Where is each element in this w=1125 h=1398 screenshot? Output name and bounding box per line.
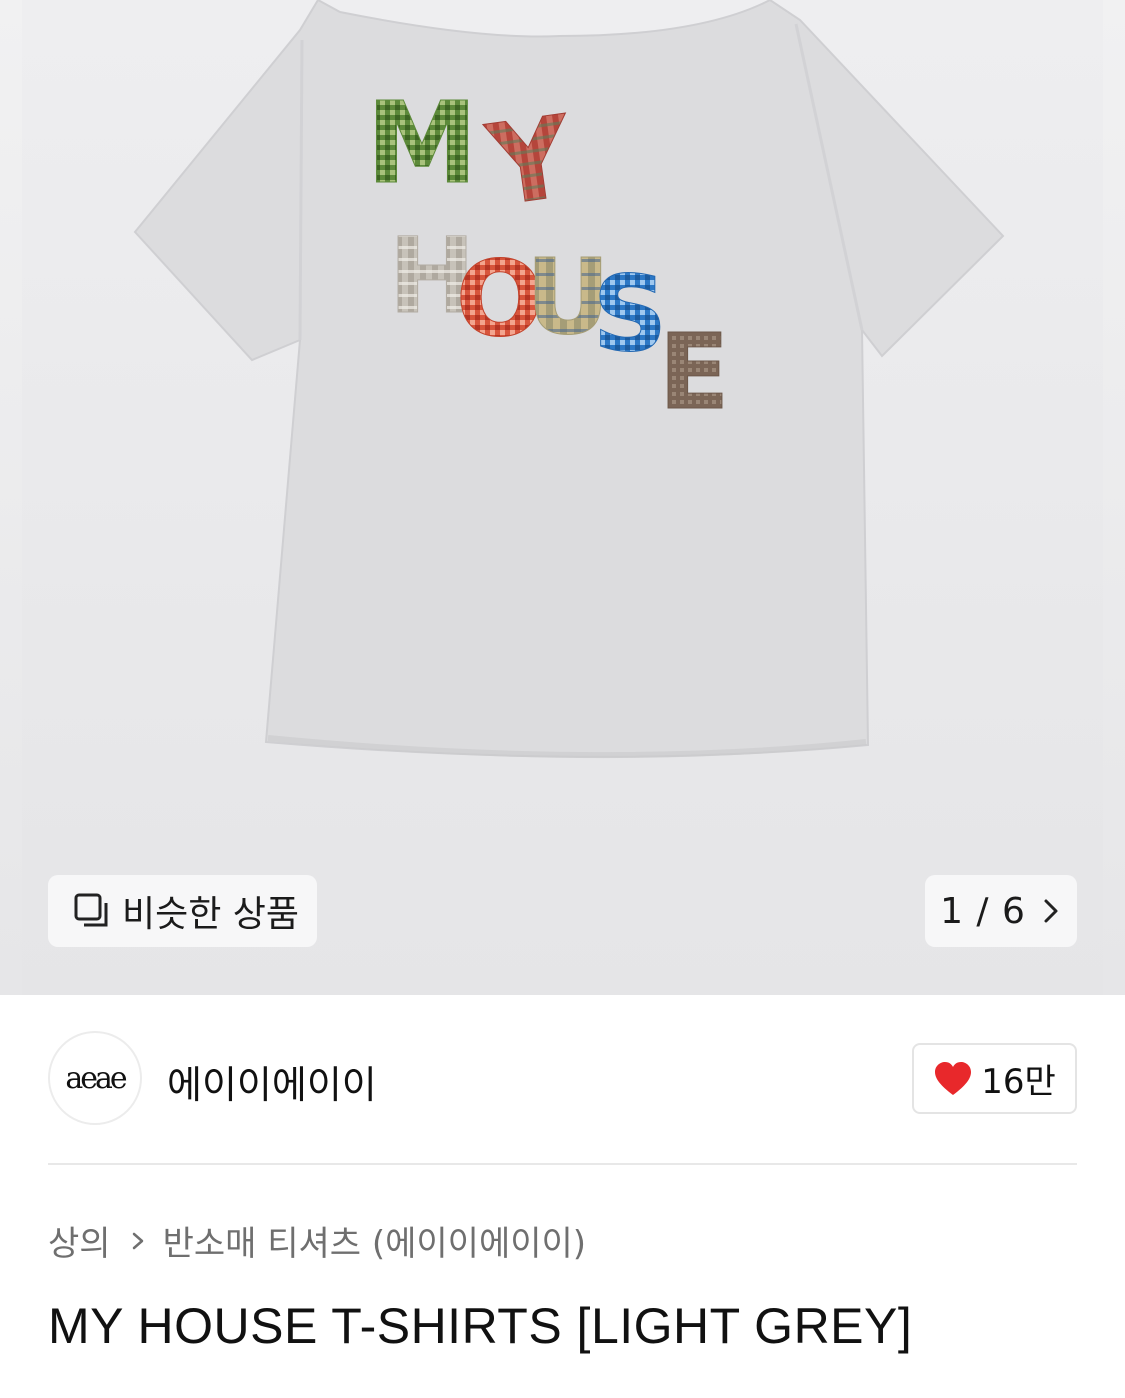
svg-text:M: M xyxy=(366,79,477,209)
divider xyxy=(48,1163,1077,1165)
brand-name-link[interactable]: 에이이에이이 xyxy=(167,1054,377,1109)
breadcrumb-item-subcategory[interactable]: 반소매 티셔츠 (에이이에이이) xyxy=(163,1216,587,1265)
breadcrumb: 상의 반소매 티셔츠 (에이이에이이) xyxy=(48,1216,586,1265)
like-count: 16만 xyxy=(981,1062,1056,1102)
heart-icon xyxy=(935,1061,972,1095)
breadcrumb-item-category[interactable]: 상의 xyxy=(48,1216,111,1265)
similar-items-icon xyxy=(74,893,108,927)
product-image-tshirt: M Y H O U S E xyxy=(133,0,1005,759)
svg-text:E: E xyxy=(658,311,729,433)
like-button[interactable]: 16만 xyxy=(912,1043,1077,1114)
product-image-gallery[interactable]: M Y H O U S E 비슷한 상품 1 / 6 xyxy=(0,0,1125,995)
chevron-right-icon xyxy=(132,1232,143,1249)
brand-logo-text: aeae xyxy=(65,1060,127,1096)
image-counter-button[interactable]: 1 / 6 xyxy=(925,875,1077,947)
image-counter-text: 1 / 6 xyxy=(940,890,1026,932)
product-title: MY HOUSE T-SHIRTS [LIGHT GREY] xyxy=(48,1298,913,1354)
similar-products-button[interactable]: 비슷한 상품 xyxy=(48,875,317,947)
similar-products-label: 비슷한 상품 xyxy=(122,894,300,935)
svg-text:S: S xyxy=(593,253,668,375)
brand-logo[interactable]: aeae xyxy=(48,1031,142,1125)
chevron-right-icon xyxy=(1044,899,1058,923)
